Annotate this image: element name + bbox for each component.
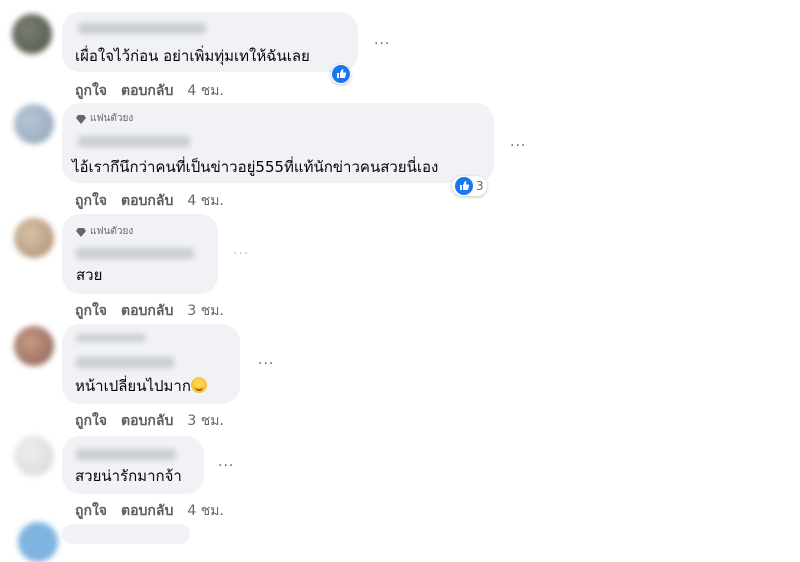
comment-bubble: แฟนตัวยง ไอ้เรากึนึกว่าคนที่เป็นข่าวอยู่… bbox=[62, 103, 494, 183]
like-button[interactable]: ถูกใจ bbox=[75, 80, 107, 102]
comment-bubble: เผื่อใจไว้ก่อน อย่าเพิ่มทุ่มเทให้ฉันเลย bbox=[62, 12, 358, 72]
reply-button[interactable]: ตอบกลับ bbox=[121, 80, 173, 102]
smiling-face-emoji-icon bbox=[190, 377, 207, 393]
avatar[interactable] bbox=[12, 14, 52, 54]
more-options-button[interactable]: ··· bbox=[233, 246, 249, 262]
like-icon bbox=[455, 177, 473, 195]
reaction-badge[interactable] bbox=[331, 64, 351, 84]
avatar[interactable] bbox=[18, 522, 58, 562]
diamond-icon bbox=[76, 227, 86, 237]
comment-bubble: หน้าเปลี่ยนไปมาก bbox=[62, 324, 240, 404]
like-button[interactable]: ถูกใจ bbox=[75, 410, 107, 432]
reply-button[interactable]: ตอบกลับ bbox=[121, 300, 173, 322]
comment-actions: ถูกใจ ตอบกลับ 4 ชม. bbox=[75, 500, 224, 522]
badge-label: แฟนตัวยง bbox=[90, 113, 134, 124]
commenter-badge-blur bbox=[76, 334, 146, 342]
reaction-badge[interactable]: 3 bbox=[452, 176, 487, 196]
badge-label: แฟนตัวยง bbox=[90, 226, 134, 237]
avatar[interactable] bbox=[14, 218, 54, 258]
commenter-name[interactable] bbox=[78, 23, 206, 34]
comment-text: ไอ้เรากึนึกว่าคนที่เป็นข่าวอยู่555ที่แท้… bbox=[72, 158, 439, 176]
comment-time[interactable]: 3 ชม. bbox=[187, 300, 224, 322]
more-options-button[interactable]: ··· bbox=[374, 36, 390, 52]
comment-actions: ถูกใจ ตอบกลับ 3 ชม. bbox=[75, 300, 224, 322]
more-options-button[interactable]: ··· bbox=[510, 138, 526, 154]
comment-time[interactable]: 3 ชม. bbox=[187, 410, 224, 432]
commenter-name[interactable] bbox=[78, 136, 190, 147]
comment-text-content: หน้าเปลี่ยนไปมาก bbox=[75, 377, 191, 395]
like-icon bbox=[332, 65, 350, 83]
comment-text: สวย bbox=[76, 266, 103, 284]
reply-button[interactable]: ตอบกลับ bbox=[121, 190, 173, 212]
comment-time[interactable]: 4 ชม. bbox=[187, 190, 224, 212]
like-button[interactable]: ถูกใจ bbox=[75, 300, 107, 322]
comment-bubble: สวยน่ารักมากจ้า bbox=[62, 436, 204, 494]
more-options-button[interactable]: ··· bbox=[218, 458, 234, 474]
reply-button[interactable]: ตอบกลับ bbox=[121, 500, 173, 522]
comment-time[interactable]: 4 ชม. bbox=[187, 500, 224, 522]
diamond-icon bbox=[76, 114, 86, 124]
comment-actions: ถูกใจ ตอบกลับ 3 ชม. bbox=[75, 410, 224, 432]
comment-actions: ถูกใจ ตอบกลับ 4 ชม. bbox=[75, 190, 224, 212]
comment-text: สวยน่ารักมากจ้า bbox=[75, 467, 182, 485]
comment-text: เผื่อใจไว้ก่อน อย่าเพิ่มทุ่มเทให้ฉันเลย bbox=[75, 47, 310, 65]
like-button[interactable]: ถูกใจ bbox=[75, 190, 107, 212]
comment-bubble: แฟนตัวยง สวย bbox=[62, 214, 218, 294]
commenter-name[interactable] bbox=[76, 357, 174, 368]
comment-actions: ถูกใจ ตอบกลับ 4 ชม. bbox=[75, 80, 224, 102]
reaction-count: 3 bbox=[476, 179, 484, 193]
avatar[interactable] bbox=[14, 326, 54, 366]
avatar[interactable] bbox=[14, 436, 54, 476]
reply-button[interactable]: ตอบกลับ bbox=[121, 410, 173, 432]
fan-badge: แฟนตัวยง bbox=[76, 111, 133, 126]
commenter-name[interactable] bbox=[76, 449, 176, 460]
comment-text: หน้าเปลี่ยนไปมาก bbox=[75, 376, 207, 396]
comment-time[interactable]: 4 ชม. bbox=[187, 80, 224, 102]
commenter-name[interactable] bbox=[76, 248, 194, 259]
more-options-button[interactable]: ··· bbox=[258, 356, 274, 372]
avatar[interactable] bbox=[14, 104, 54, 144]
fan-badge: แฟนตัวยง bbox=[76, 224, 133, 239]
comment-bubble bbox=[62, 524, 190, 544]
like-button[interactable]: ถูกใจ bbox=[75, 500, 107, 522]
